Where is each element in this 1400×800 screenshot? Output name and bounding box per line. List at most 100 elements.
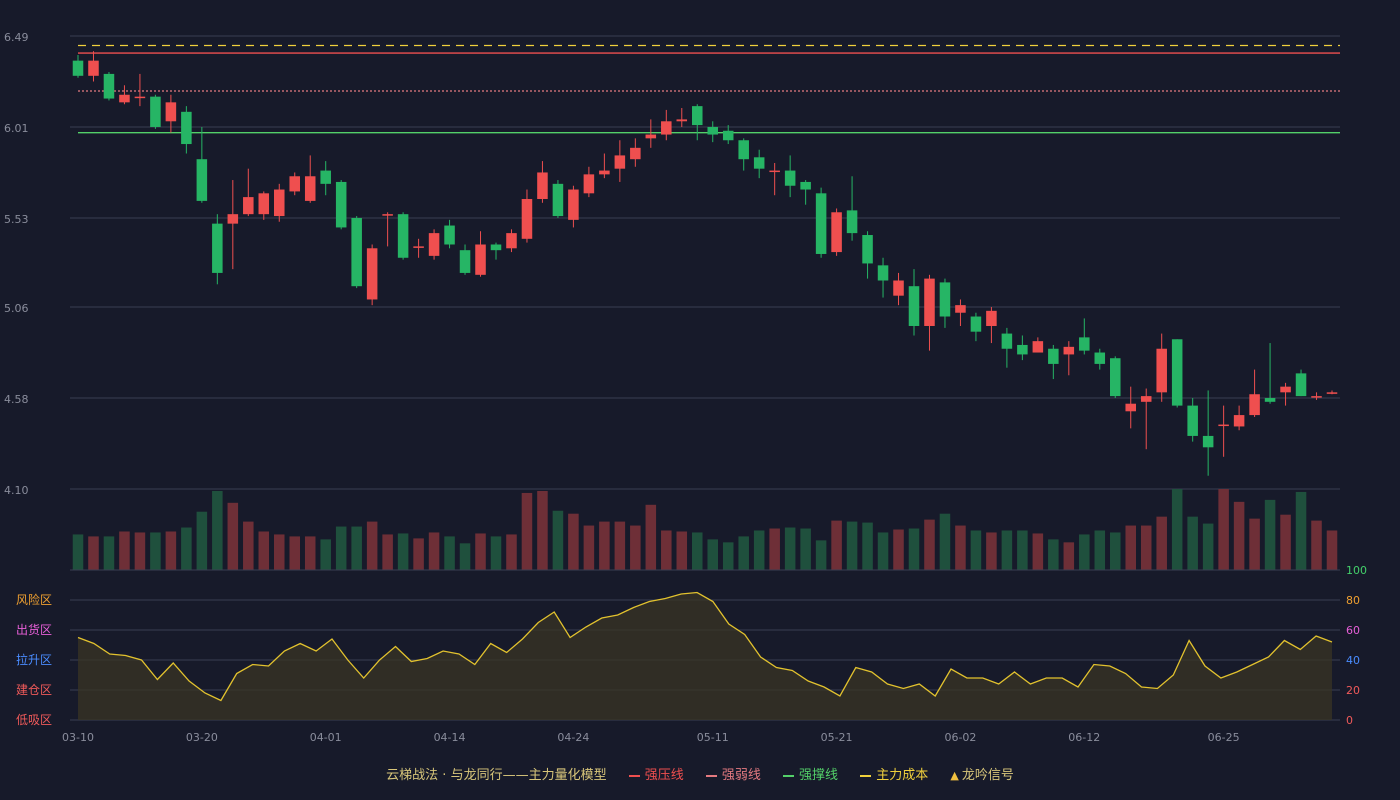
x-tick-label: 04-14 <box>434 731 466 744</box>
candle-body <box>103 73 115 99</box>
candle-body <box>289 176 301 192</box>
volume-bar <box>72 534 84 570</box>
volume-bar <box>908 528 920 570</box>
volume-bar <box>1140 525 1152 570</box>
volume-bar <box>707 539 719 570</box>
legend: 云梯战法 · 与龙同行——主力量化模型 强压线 强弱线 强撑线 主力成本 ▲ 龙吟… <box>0 764 1400 783</box>
candle-body <box>691 106 703 126</box>
candle-body <box>831 212 842 253</box>
candle-body <box>475 244 486 275</box>
volume-bar <box>444 536 455 570</box>
candle-body <box>815 193 827 254</box>
volume-bar <box>630 525 641 570</box>
candle-body <box>784 170 796 186</box>
volume-bar <box>722 542 734 570</box>
legend-swatch <box>860 774 872 777</box>
candle-body <box>955 305 966 313</box>
candle-body <box>1001 333 1013 349</box>
volume-bar <box>320 539 331 570</box>
candle-body <box>1109 358 1121 397</box>
volume-bar <box>1125 525 1137 570</box>
candle-body <box>320 170 331 184</box>
volume-bar <box>1156 516 1167 570</box>
candle-body <box>537 172 548 200</box>
candle-body <box>1140 396 1152 402</box>
candle-body <box>599 170 610 175</box>
indicator-tick-label: 60 <box>1346 624 1360 637</box>
zone-label: 风险区 <box>16 592 52 607</box>
price-tick-label: 5.53 <box>4 213 29 226</box>
volume-bar <box>955 525 966 570</box>
candle-body <box>521 199 533 239</box>
volume-bar <box>289 536 301 570</box>
candle-body <box>676 119 688 122</box>
legend-item-dragon-signal[interactable]: ▲ 龙吟信号 <box>950 764 1013 783</box>
price-tick-label: 6.49 <box>4 31 29 44</box>
x-tick-label: 06-02 <box>944 731 976 744</box>
volume-bar <box>413 538 424 570</box>
zone-label: 低吸区 <box>16 713 52 727</box>
volume-bar <box>924 519 935 570</box>
candle-body <box>738 140 749 160</box>
volume-bar <box>397 533 409 570</box>
legend-item-main-cost[interactable]: 主力成本 <box>860 764 928 783</box>
legend-item-strong-support[interactable]: 强撑线 <box>783 764 838 783</box>
volume-bar <box>568 513 579 570</box>
volume-bar <box>1063 542 1075 570</box>
candle-body <box>877 265 889 281</box>
volume-bar <box>165 531 177 570</box>
x-axis: 03-10 03-20 04-01 04-14 04-24 05-11 05-21 06-02… <box>62 731 1240 744</box>
price-tick-label: 5.06 <box>4 302 29 315</box>
volume-bar <box>304 536 316 570</box>
candle-body <box>753 157 765 169</box>
candle-body <box>893 280 904 296</box>
candle-body <box>1017 344 1028 355</box>
volume-bar <box>196 511 208 570</box>
volume-bar <box>691 532 703 570</box>
candle-body <box>444 225 455 245</box>
candle-body <box>769 170 780 173</box>
zone-label: 出货区 <box>16 622 52 637</box>
price-tick-label: 6.01 <box>4 122 29 135</box>
candle-body <box>1326 392 1338 394</box>
volume-bar <box>1202 523 1214 570</box>
legend-item-strong-pressure[interactable]: 强压线 <box>628 764 684 783</box>
volume-bar <box>831 520 842 570</box>
volume-bar <box>1218 489 1229 570</box>
candle-body <box>568 189 579 220</box>
volume-bar <box>1264 499 1276 570</box>
volume-bar <box>753 530 765 570</box>
legend-item-strength-line[interactable]: 强弱线 <box>705 764 761 783</box>
volume-bar <box>738 536 749 570</box>
candle-body <box>243 197 254 215</box>
x-tick-label: 06-25 <box>1208 731 1240 744</box>
volume-bar <box>273 534 285 570</box>
volume-bar <box>506 534 517 570</box>
candle-body <box>490 244 502 251</box>
volume-bar <box>614 521 626 570</box>
volume-bar <box>676 531 688 570</box>
volume-bar <box>877 532 889 570</box>
indicator-tick-label: 80 <box>1346 594 1360 607</box>
candle-body <box>1094 352 1106 364</box>
indicator-tick-label: 0 <box>1346 714 1353 727</box>
volume-bar <box>475 533 486 570</box>
volume-bar <box>243 521 254 570</box>
volume-bar <box>970 530 982 570</box>
candle-body <box>1311 396 1322 398</box>
candle-body <box>924 278 935 326</box>
candle-body <box>72 60 84 76</box>
candle-body <box>1187 405 1198 436</box>
price-y-axis: 6.49 6.01 5.53 5.06 4.58 4.10 <box>4 31 29 497</box>
volume-bar <box>1032 533 1044 570</box>
volume-bar <box>846 521 858 570</box>
volume-bar <box>1311 520 1322 570</box>
volume-bar <box>939 513 951 570</box>
candle-body <box>1264 398 1276 402</box>
candle-body <box>939 282 951 317</box>
candle-body <box>552 183 564 217</box>
volume-bar <box>862 522 873 570</box>
volume-bar <box>181 527 192 570</box>
legend-swatch <box>628 774 640 777</box>
volume-bar <box>351 526 362 570</box>
